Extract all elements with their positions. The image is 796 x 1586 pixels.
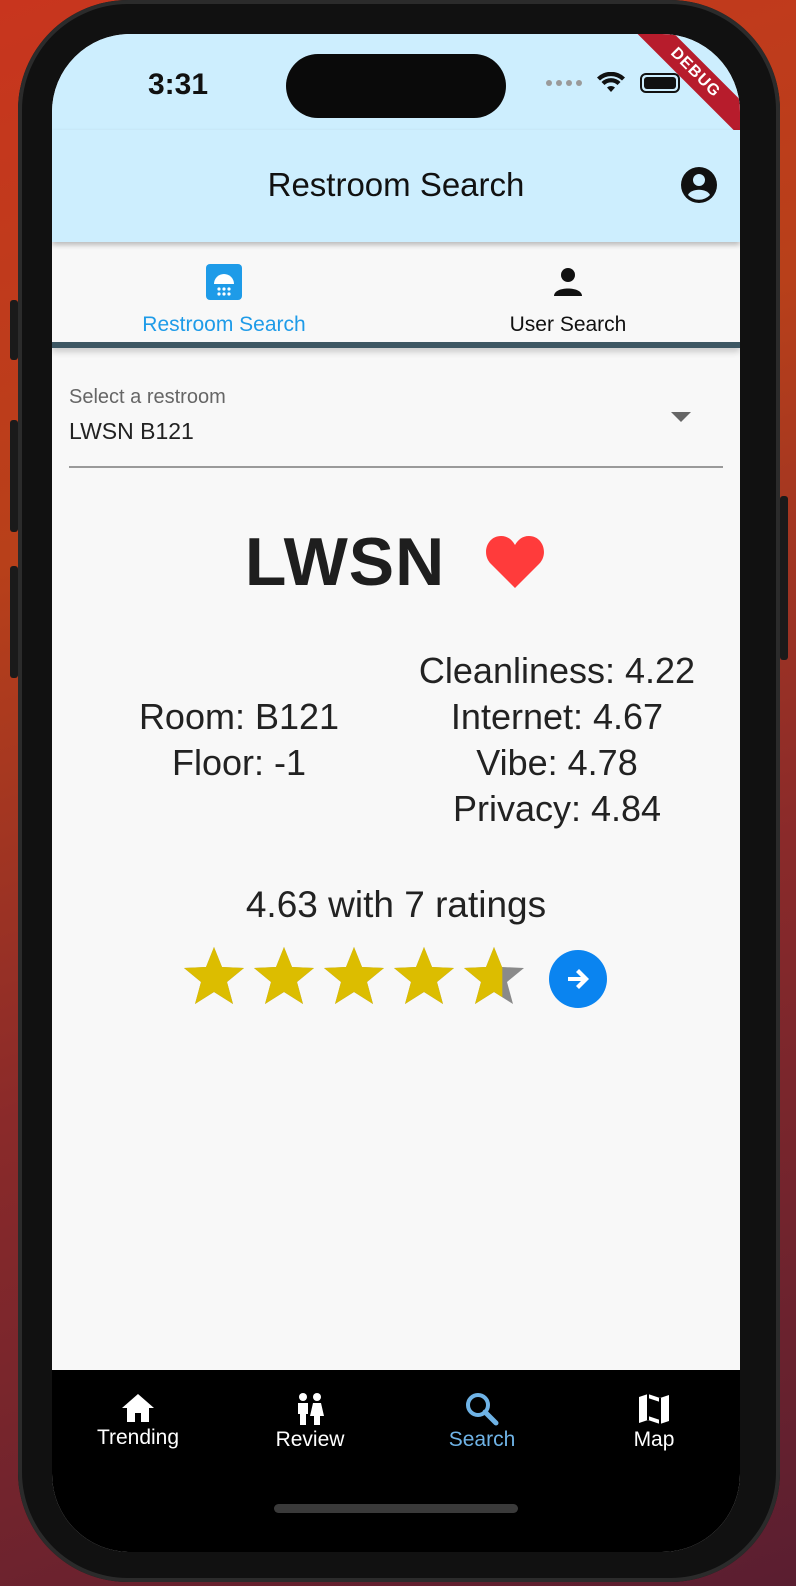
signal-dots-icon [546, 80, 582, 86]
search-icon [466, 1393, 499, 1426]
dynamic-island [286, 54, 506, 118]
arrow-right-icon [568, 969, 589, 989]
rating-summary: 4.63 with 7 ratings [245, 884, 547, 925]
room-number: Room: B121 [138, 696, 340, 737]
tab-label: User Search [509, 313, 627, 336]
star-icon [254, 947, 314, 1004]
tab-restroom-search[interactable]: Restroom Search [52, 264, 396, 337]
map-icon [639, 1394, 669, 1424]
app-bar: Restroom Search [52, 130, 740, 242]
building-name: LWSN [244, 524, 446, 601]
nav-trending[interactable]: Trending [52, 1392, 224, 1450]
person-icon [554, 268, 582, 296]
select-label: Select a restroom [69, 386, 226, 408]
cleanliness-rating: Cleanliness: 4.22 [418, 650, 696, 691]
select-value: LWSN B121 [69, 418, 194, 444]
page-title: Restroom Search [267, 166, 525, 203]
rating-breakdown: Cleanliness: 4.22 Internet: 4.67 Vibe: 4… [392, 648, 722, 832]
nav-review[interactable]: Review [224, 1392, 396, 1452]
restroom-select[interactable]: Select a restroom LWSN B121 [69, 382, 723, 468]
status-time: 3:31 [148, 68, 209, 101]
floor-number: Floor: -1 [171, 742, 307, 783]
star-icon [394, 947, 454, 1004]
vibe-rating: Vibe: 4.78 [476, 742, 638, 783]
internet-rating: Internet: 4.67 [450, 696, 664, 737]
nav-label: Trending [96, 1426, 180, 1449]
shower-icon [206, 264, 242, 300]
mute-button [10, 300, 18, 360]
app-screen: 3:31 DEBUG Restroom Search Restroom Sear… [52, 34, 740, 1552]
home-indicator [274, 1504, 518, 1513]
wifi-icon [597, 72, 625, 92]
battery-icon [640, 73, 680, 93]
view-reviews-button[interactable] [549, 950, 607, 1008]
privacy-rating: Privacy: 4.84 [452, 788, 662, 829]
tab-user-search[interactable]: User Search [396, 264, 740, 337]
home-icon [122, 1394, 154, 1422]
star-icon [324, 947, 384, 1004]
favorite-heart-icon[interactable] [483, 532, 547, 592]
account-circle-icon[interactable] [680, 166, 718, 204]
tab-label: Restroom Search [142, 313, 306, 336]
nav-label: Review [275, 1428, 345, 1451]
status-bar: 3:31 DEBUG [52, 34, 740, 136]
nav-map[interactable]: Map [568, 1392, 740, 1452]
tab-bar: Restroom Search User Search [52, 242, 740, 348]
dropdown-arrow-icon [671, 412, 691, 422]
status-icons [546, 72, 680, 94]
star-icon [464, 947, 524, 1004]
people-icon [298, 1393, 324, 1425]
nav-label: Search [448, 1428, 516, 1451]
bottom-navigation: Trending Review Search Map [52, 1370, 740, 1552]
volume-down-button [10, 566, 18, 678]
building-header: LWSN [52, 518, 740, 601]
nav-label: Map [633, 1428, 675, 1451]
power-button [780, 496, 788, 660]
volume-up-button [10, 420, 18, 532]
star-icon [184, 947, 244, 1004]
room-info: Room: B121 Floor: -1 [124, 694, 354, 786]
nav-search[interactable]: Search [396, 1392, 568, 1452]
